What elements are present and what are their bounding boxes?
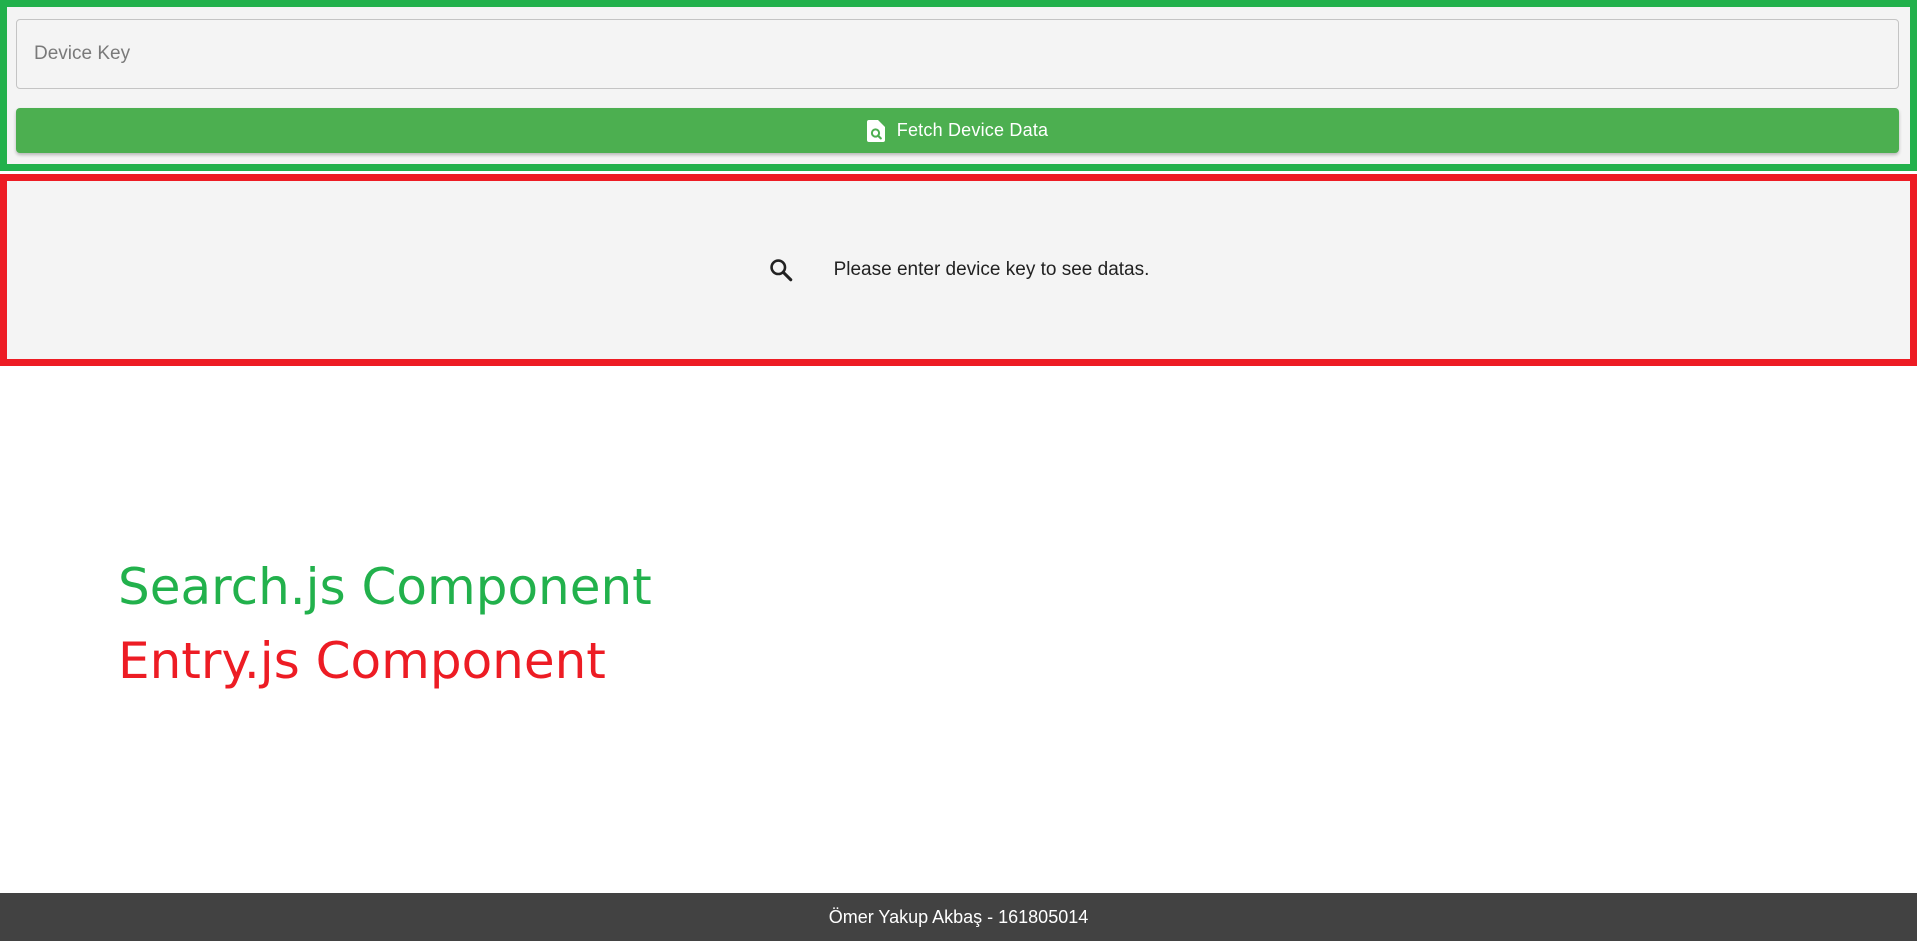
search-icon [768, 257, 794, 283]
empty-state-message: Please enter device key to see datas. [833, 259, 1150, 280]
find-in-page-icon [866, 119, 885, 142]
footer-author-text: Ömer Yakup Akbaş - 161805014 [828, 906, 1089, 927]
entry-component: Please enter device key to see datas. [0, 174, 1917, 366]
footer: Ömer Yakup Akbaş - 161805014 [0, 893, 1917, 941]
search-component: Fetch Device Data [0, 0, 1917, 171]
entry-component-annotation: Entry.js Component [118, 632, 606, 690]
fetch-button-label: Fetch Device Data [896, 120, 1049, 140]
search-component-annotation: Search.js Component [118, 558, 652, 616]
fetch-device-data-button[interactable]: Fetch Device Data [16, 108, 1899, 153]
device-key-input[interactable] [16, 19, 1899, 89]
